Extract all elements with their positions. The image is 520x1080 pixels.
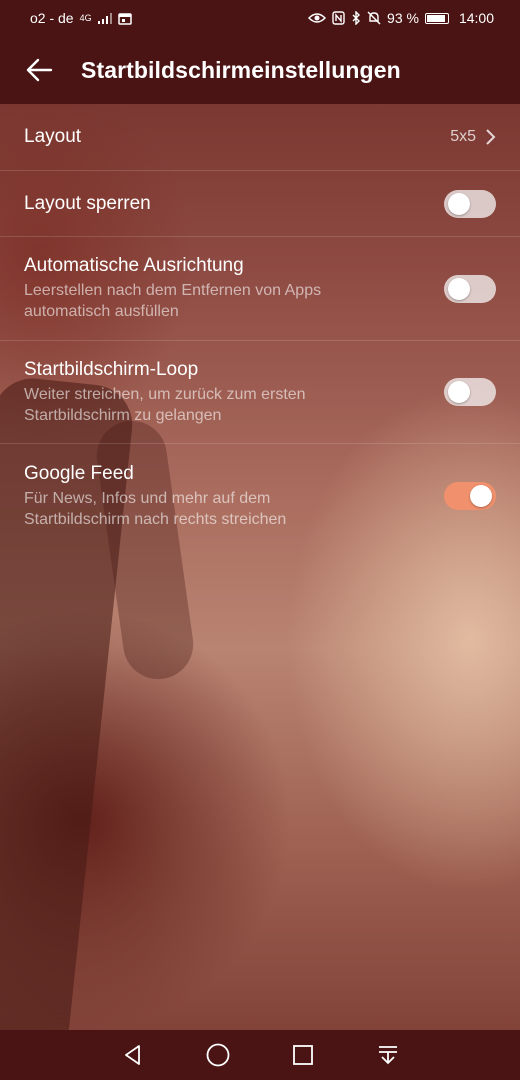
muted-bell-icon (367, 11, 381, 25)
carrier-label: o2 - de (30, 10, 74, 26)
settings-item-subtitle: Leerstellen nach dem Entfernen von Apps … (24, 282, 322, 320)
settings-item-title: Layout sperren (24, 192, 151, 214)
settings-item-lock-layout[interactable]: Layout sperren (0, 171, 520, 237)
layout-value: 5x5 (450, 128, 476, 145)
nav-home-button[interactable] (204, 1041, 232, 1069)
back-arrow-icon[interactable] (25, 56, 53, 84)
signal-icon (97, 12, 112, 24)
settings-item-texts: Startbildschirm-Loop Weiter streichen, u… (24, 359, 444, 426)
eye-comfort-icon (308, 13, 327, 23)
settings-item-texts: Automatische Ausrichtung Leerstellen nac… (24, 255, 444, 322)
settings-item-google-feed[interactable]: Google Feed Für News, Infos und mehr auf… (0, 444, 520, 548)
pull-down-notifications-icon (378, 1046, 397, 1065)
settings-item-loop[interactable]: Startbildschirm-Loop Weiter streichen, u… (0, 341, 520, 444)
auto-align-toggle[interactable] (444, 274, 496, 303)
settings-item-title: Layout (24, 126, 82, 147)
settings-item-title: Google Feed (24, 462, 134, 484)
toggle-knob (448, 277, 470, 300)
nav-notifications-button[interactable] (374, 1041, 402, 1069)
nfc-icon (332, 11, 345, 25)
clock: 14:00 (458, 10, 494, 26)
loop-toggle[interactable] (444, 378, 496, 406)
status-bar: o2 - de 4G 93 % 14:00 (0, 0, 520, 36)
settings-item-subtitle: Für News, Infos und mehr auf dem Startbi… (24, 489, 287, 528)
recents-square-icon (292, 1045, 313, 1065)
page-title: Startbildschirmeinstellungen (81, 56, 401, 83)
status-bar-left: o2 - de 4G (30, 10, 132, 26)
app-bar: Startbildschirmeinstellungen (0, 36, 520, 104)
calendar-icon (117, 12, 132, 25)
nav-recents-button[interactable] (289, 1041, 317, 1069)
settings-item-texts: Layout sperren (24, 193, 444, 215)
back-triangle-icon (124, 1045, 140, 1065)
battery-icon (424, 12, 449, 24)
settings-item-layout[interactable]: Layout 5x5 (0, 104, 520, 171)
nav-back-button[interactable] (119, 1041, 147, 1069)
network-type-label: 4G (79, 13, 92, 23)
chevron-right-icon (486, 129, 496, 145)
home-circle-icon (206, 1043, 229, 1067)
settings-item-title: Startbildschirm-Loop (24, 358, 199, 380)
toggle-knob (470, 485, 492, 507)
google-feed-toggle[interactable] (444, 482, 496, 510)
settings-list: Layout 5x5 Layout sperren Automatische A… (0, 104, 520, 548)
lock-layout-toggle[interactable] (444, 189, 496, 218)
settings-item-subtitle: Weiter streichen, um zurück zum ersten S… (24, 385, 306, 424)
battery-percent: 93 % (387, 10, 419, 26)
settings-item-title: Automatische Ausrichtung (24, 255, 244, 276)
settings-item-auto-align[interactable]: Automatische Ausrichtung Leerstellen nac… (0, 237, 520, 341)
settings-item-texts: Google Feed Für News, Infos und mehr auf… (24, 463, 444, 530)
settings-item-texts: Layout (24, 126, 450, 148)
status-bar-right: 93 % 14:00 (308, 10, 494, 26)
toggle-knob (448, 192, 470, 215)
toggle-knob (448, 381, 470, 403)
bluetooth-icon (352, 11, 361, 25)
navigation-bar (0, 1030, 520, 1080)
